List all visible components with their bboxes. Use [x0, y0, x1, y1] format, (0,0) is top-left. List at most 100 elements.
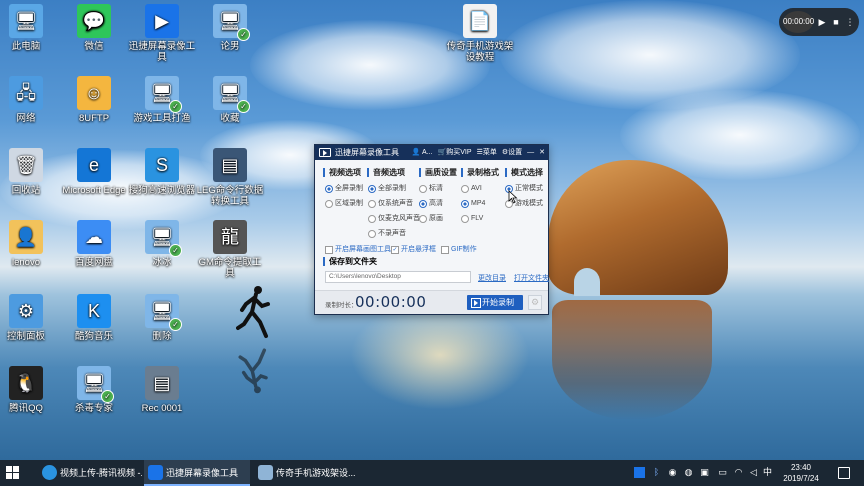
buy-vip-button[interactable]: 🛒购买VIP — [438, 145, 472, 160]
minimize-button[interactable]: — — [527, 145, 534, 160]
radio-quality-original[interactable]: 原画 — [419, 214, 443, 223]
desktop-icon[interactable]: ☁ 百度网盘 — [60, 220, 128, 268]
desktop-icon-label: Rec 0001 — [141, 403, 183, 414]
desktop-icon-label: 论男 — [220, 41, 240, 52]
task-label: 视频上传-腾讯视频 -... — [60, 468, 142, 478]
desktop-icon[interactable]: S 搜狗高速浏览器 — [128, 148, 196, 196]
qq-icon: 🐧 — [9, 366, 43, 400]
play-icon[interactable]: ▶ — [817, 16, 827, 28]
task-tencent-video[interactable]: 视频上传-腾讯视频 -... — [38, 460, 142, 486]
desktop-icon[interactable]: 🖥 ✓ 杀毒专家 — [60, 366, 128, 414]
qq-tray-icon[interactable]: ◍ — [683, 467, 694, 478]
security-icon[interactable]: ▣ — [699, 467, 710, 478]
desktop-icon[interactable]: 🗑 回收站 — [0, 148, 60, 196]
desktop-icon-label: Microsoft Edge — [62, 185, 126, 196]
record-time-label: 录制时长： — [325, 302, 358, 309]
desktop-icon[interactable]: ☺ 8UFTP — [60, 76, 128, 124]
shortcut-badge-icon: ✓ — [169, 244, 182, 257]
video-file-icon: ▤ — [213, 148, 247, 182]
shortcut-badge-icon: ✓ — [237, 28, 250, 41]
notification-icon[interactable] — [838, 467, 850, 479]
task-notepad[interactable]: 传奇手机游戏架设... — [254, 460, 362, 486]
desktop-icon[interactable]: 🖥 此电脑 — [0, 4, 60, 52]
mode-heading: 模式选择 — [505, 168, 543, 177]
desktop-icon[interactable]: 🖥 ✓ 收藏 — [196, 76, 264, 124]
radio-quality-sd[interactable]: 标清 — [419, 184, 443, 193]
shortcut-badge-icon: ✓ — [169, 100, 182, 113]
desktop-icon[interactable]: 🖥 ✓ 游戏工具打渔 — [128, 76, 196, 124]
desktop-icon[interactable]: ⚙ 控制面板 — [0, 294, 60, 342]
desktop-icon[interactable]: 龍 GM命令提取工具 — [196, 220, 264, 279]
gear-icon[interactable]: ⚙ — [528, 295, 542, 310]
close-button[interactable]: ✕ — [539, 145, 545, 160]
radio-audio-none[interactable]: 不录声音 — [368, 229, 406, 238]
checkbox-floating-box[interactable]: 开启悬浮框 — [391, 245, 436, 254]
desktop-icon-label: 网络 — [16, 113, 36, 124]
shortcut-badge-icon: ✓ — [101, 390, 114, 403]
quality-heading: 画质设置 — [419, 168, 457, 177]
mouse-pointer-icon — [508, 190, 518, 204]
radio-audio-system[interactable]: 仅系统声音 — [368, 199, 413, 208]
desktop-icon[interactable]: ▤ Rec 0001 — [128, 366, 196, 414]
dragon-app-icon: 龍 — [213, 220, 247, 254]
desktop-icon-label: 回收站 — [11, 185, 41, 196]
recorder-titlebar[interactable]: 迅捷屏幕录像工具 👤 A... 🛒购买VIP ☰菜单 ⚙设置 — ✕ — [315, 145, 548, 160]
desktop-icon-label: 冰冰 — [152, 257, 172, 268]
wechat-icon: 💬 — [77, 4, 111, 38]
open-folder-link[interactable]: 打开文件夹 — [514, 273, 549, 283]
desktop-icon-label: 收藏 — [220, 113, 240, 124]
radio-format-flv[interactable]: FLV — [461, 214, 483, 223]
buy-vip-label: 购买VIP — [446, 149, 472, 156]
radio-audio-mic[interactable]: 仅麦克风声音 — [368, 214, 420, 223]
radio-format-avi[interactable]: AVI — [461, 184, 482, 193]
edge-icon: e — [77, 148, 111, 182]
wechat-tray-icon[interactable]: ◉ — [667, 467, 678, 478]
screen-recorder-tray-icon[interactable] — [634, 467, 645, 478]
clock-time: 23:40 — [790, 463, 812, 472]
desktop-icon[interactable]: ▶ 迅捷屏幕录像工具 — [128, 4, 196, 63]
wallpaper-runner — [236, 286, 270, 338]
desktop-icon[interactable]: K 酷狗音乐 — [60, 294, 128, 342]
radio-format-mp4[interactable]: MP4 — [461, 199, 485, 208]
battery-icon[interactable]: ▭ — [716, 467, 729, 478]
desktop-icon[interactable]: 🖥 ✓ 冰冰 — [128, 220, 196, 268]
task-label: 传奇手机游戏架设... — [276, 468, 356, 478]
desktop-icon[interactable]: 📄 传奇手机游戏架设教程 — [446, 4, 514, 63]
audio-options-heading: 音频选项 — [367, 168, 405, 177]
task-screen-recorder[interactable]: 迅捷屏幕录像工具 — [144, 460, 250, 486]
clock[interactable]: 23:40 2019/7/24 — [773, 462, 829, 484]
save-path-field[interactable]: C:\Users\lenovo\Desktop — [325, 271, 471, 283]
wallpaper-rock-reflection — [552, 300, 712, 420]
radio-audio-all[interactable]: 全部录制 — [368, 184, 406, 193]
settings-button[interactable]: ⚙设置 — [502, 145, 522, 160]
stop-icon[interactable]: ■ — [831, 16, 841, 28]
desktop-icon[interactable]: 🖥 ✓ 删除 — [128, 294, 196, 342]
change-directory-link[interactable]: 更改目录 — [478, 273, 506, 283]
desktop-icon-label: 游戏工具打渔 — [133, 113, 191, 124]
desktop-icon[interactable]: 👤 lenovo — [0, 220, 60, 268]
wifi-icon[interactable]: ◠ — [733, 467, 744, 478]
checkbox-draw-tool[interactable]: 开启屏幕画图工具 — [325, 245, 391, 254]
start-button[interactable] — [6, 466, 20, 480]
desktop-icon[interactable]: e Microsoft Edge — [60, 148, 128, 196]
desktop-icon[interactable]: 🖧 网络 — [0, 76, 60, 124]
radio-region[interactable]: 区域录制 — [325, 199, 363, 208]
radio-fullscreen[interactable]: 全屏录制 — [325, 184, 363, 193]
start-recording-button[interactable]: 开始录制 — [467, 295, 523, 310]
ime-indicator[interactable]: 中 — [763, 467, 772, 478]
floating-recorder-widget[interactable]: 00:00:00 ▶ ■ ⋮ — [779, 8, 859, 36]
desktop-icon[interactable]: ▤ LEG命令行数据转换工具 — [196, 148, 264, 207]
desktop-icon[interactable]: 💬 微信 — [60, 4, 128, 52]
more-icon[interactable]: ⋮ — [845, 16, 855, 28]
radio-quality-hd[interactable]: 高清 — [419, 199, 443, 208]
volume-icon[interactable]: ◁ — [748, 467, 759, 478]
menu-button[interactable]: ☰菜单 — [477, 145, 497, 160]
settings-label: 设置 — [508, 149, 523, 156]
bluetooth-icon[interactable]: ᛒ — [651, 467, 662, 478]
checkbox-gif[interactable]: GIF制作 — [441, 245, 477, 254]
desktop-icon[interactable]: 🐧 腾讯QQ — [0, 366, 60, 414]
desktop-icon-label: 8UFTP — [78, 113, 110, 124]
clock-date: 2019/7/24 — [783, 474, 819, 483]
account-button[interactable]: 👤 A... — [412, 145, 433, 160]
desktop-icon[interactable]: 🖥 ✓ 论男 — [196, 4, 264, 52]
